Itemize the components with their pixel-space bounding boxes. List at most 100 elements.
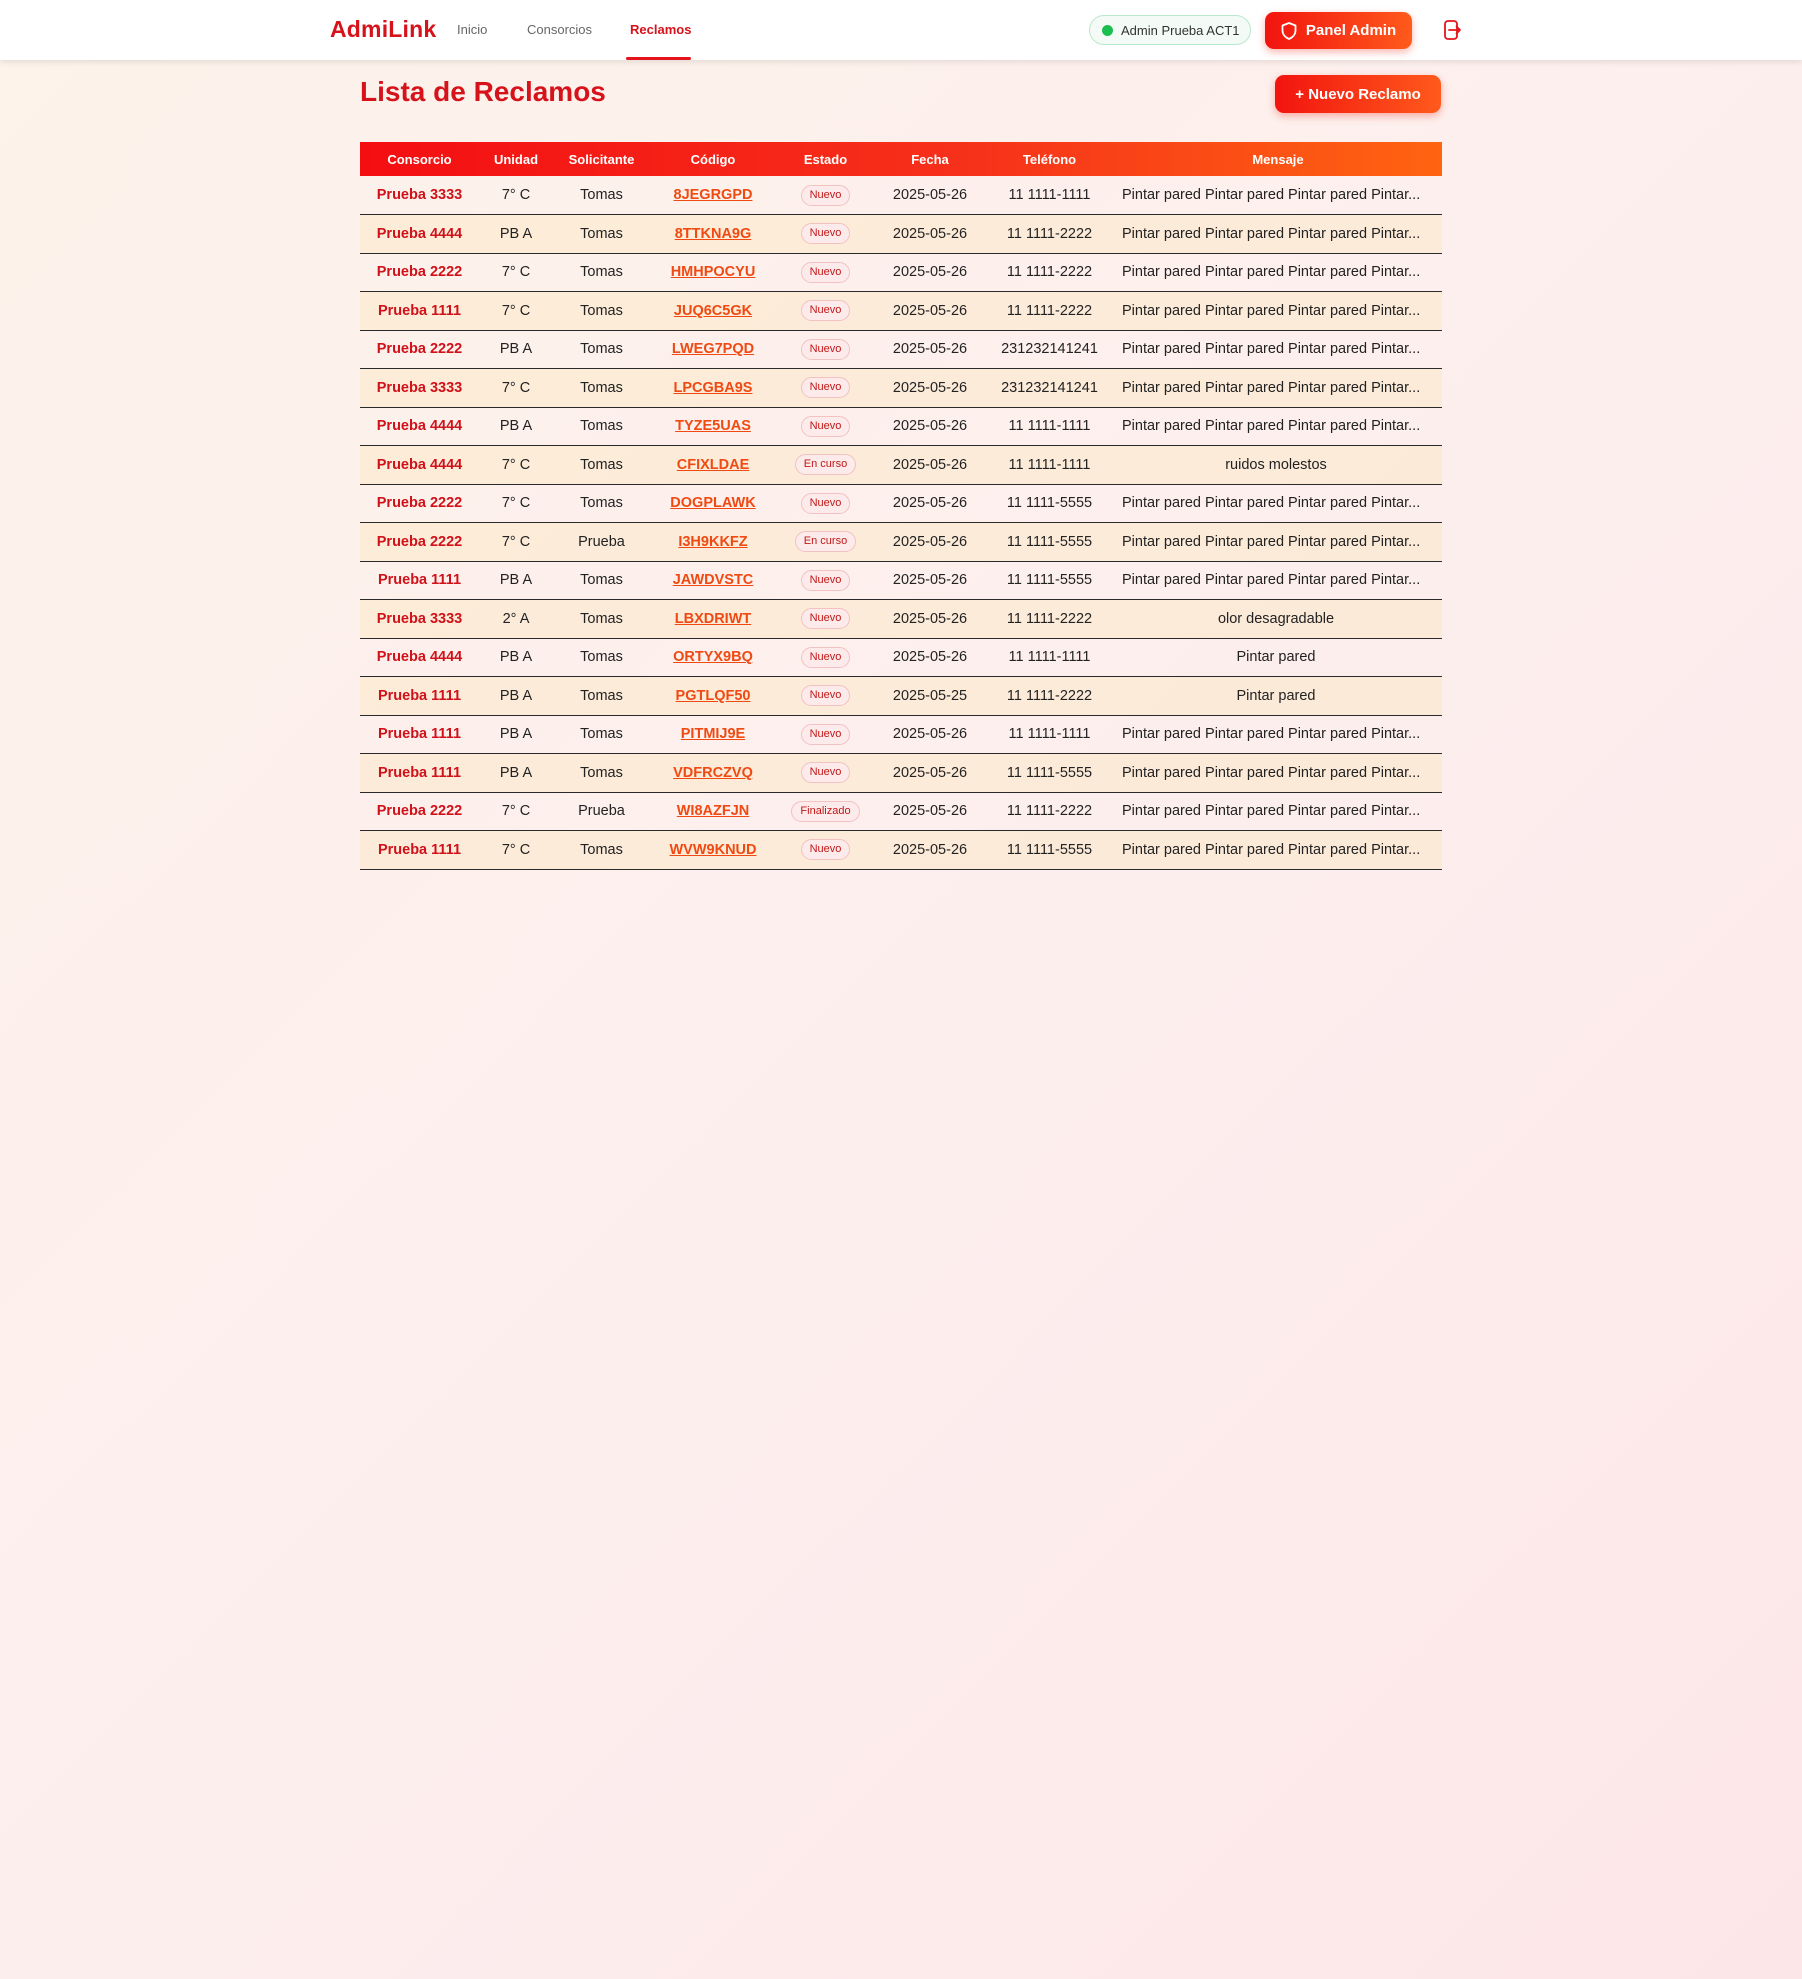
nav-link-reclamos[interactable]: Reclamos: [630, 22, 691, 37]
status-badge: Nuevo: [800, 377, 851, 399]
panel-admin-button[interactable]: Panel Admin: [1265, 12, 1412, 49]
table-row[interactable]: Prueba 3333 7° C Tomas LPCGBA9S Nuevo 2025-05…: [360, 368, 1442, 408]
table-row[interactable]: Prueba 1111 PB A Tomas JAWDVSTC Nuevo 2025-05…: [360, 561, 1442, 600]
cell-solicitante: Tomas: [580, 187, 623, 203]
table-row[interactable]: Prueba 4444 7° C Tomas CFIXLDAE En curso 2025…: [360, 445, 1442, 484]
codigo-link[interactable]: LPCGBA9S: [674, 380, 753, 396]
cell-fecha: 2025-05-26: [892, 341, 968, 358]
table-row[interactable]: Prueba 3333 7° C Tomas 8JEGRGPD Nuevo 2025-05…: [360, 176, 1442, 215]
header-fecha[interactable]: Fecha: [875, 142, 985, 176]
table-row[interactable]: Prueba 4444 PB A Tomas 8TTKNA9G Nuevo 2025-05…: [360, 214, 1442, 254]
table-row[interactable]: Prueba 1111 PB A Tomas VDFRCZVQ Nuevo 2025-05…: [360, 753, 1442, 793]
status-badge: Nuevo: [800, 184, 851, 206]
codigo-link[interactable]: ORTYX9BQ: [673, 649, 753, 665]
cell-consorcio: Prueba 4444: [376, 649, 463, 666]
cell-telefono: 11 1111-1111: [1008, 418, 1091, 435]
cell-consorcio: Prueba 1111: [377, 687, 462, 704]
header-codigo[interactable]: Código: [650, 142, 776, 176]
cell-fecha: 2025-05-26: [892, 610, 968, 627]
cell-mensaje: Pintar pared Pintar pared Pintar pared P…: [1122, 264, 1421, 281]
header-estado[interactable]: Estado: [776, 142, 875, 176]
table-row[interactable]: Prueba 2222 PB A Tomas LWEG7PQD Nuevo 2025-05…: [360, 330, 1442, 369]
table-row[interactable]: Prueba 3333 2° A Tomas LBXDRIWT Nuevo 2025-05…: [360, 599, 1442, 639]
table-row[interactable]: Prueba 1111 PB A Tomas PGTLQF50 Nuevo 2025-05…: [360, 676, 1442, 715]
table-row[interactable]: Prueba 1111 PB A Tomas PITMIJ9E Nuevo 2025-05…: [360, 715, 1442, 754]
table-row[interactable]: Prueba 2222 7° C Prueba I3H9KKFZ En curso 202…: [360, 522, 1442, 561]
header-consorcio[interactable]: Consorcio: [360, 142, 479, 176]
cell-mensaje: Pintar pared: [1236, 687, 1316, 704]
logout-icon[interactable]: [1442, 19, 1462, 41]
cell-telefono: 11 1111-2222: [1006, 225, 1093, 242]
cell-consorcio: Prueba 2222: [376, 495, 463, 512]
header-telefono[interactable]: Teléfono: [985, 142, 1114, 176]
cell-unidad: 7° C: [501, 495, 531, 512]
cell-codigo: PITMIJ9E: [650, 715, 776, 754]
codigo-link[interactable]: PITMIJ9E: [681, 726, 745, 742]
codigo-link[interactable]: HMHPOCYU: [671, 264, 756, 280]
cell-estado: Nuevo: [776, 176, 875, 215]
status-badge: Nuevo: [800, 569, 851, 591]
cell-fecha: 2025-05-26: [892, 533, 968, 550]
cell-unidad: 7° C: [501, 302, 531, 319]
codigo-link[interactable]: WI8AZFJN: [677, 803, 750, 819]
header-solicitante[interactable]: Solicitante: [553, 142, 650, 176]
cell-estado: Finalizado: [776, 792, 875, 831]
new-reclamo-button[interactable]: + Nuevo Reclamo: [1275, 75, 1441, 113]
codigo-link[interactable]: 8JEGRGPD: [674, 187, 753, 203]
codigo-link[interactable]: LBXDRIWT: [675, 611, 752, 627]
table-row[interactable]: Prueba 1111 7° C Tomas WVW9KNUD Nuevo 2025-05…: [360, 830, 1442, 869]
cell-fecha: 2025-05-26: [892, 803, 968, 820]
cell-telefono: 11 1111-2222: [1006, 803, 1093, 820]
table-row[interactable]: Prueba 2222 7° C Prueba WI8AZFJN Finalizado 2…: [360, 792, 1442, 831]
cell-mensaje: Pintar pared Pintar pared Pintar pared P…: [1122, 572, 1421, 589]
cell-codigo: VDFRCZVQ: [650, 754, 776, 793]
cell-solicitante: Tomas: [580, 726, 623, 743]
cell-codigo: 8TTKNA9G: [650, 215, 776, 254]
cell-estado: Nuevo: [776, 330, 875, 369]
cell-unidad: 7° C: [501, 379, 531, 396]
brand-logo[interactable]: AdmiLink: [330, 16, 436, 43]
status-badge: Nuevo: [800, 646, 851, 668]
cell-codigo: LPCGBA9S: [650, 369, 776, 408]
cell-fecha: 2025-05-25: [892, 687, 968, 704]
cell-estado: Nuevo: [776, 600, 875, 639]
codigo-link[interactable]: DOGPLAWK: [670, 495, 755, 511]
header-unidad[interactable]: Unidad: [479, 142, 553, 176]
cell-consorcio: Prueba 1111: [377, 726, 462, 743]
cell-telefono: 231232141241: [1001, 379, 1098, 396]
cell-telefono: 11 1111-5555: [1006, 764, 1093, 781]
cell-mensaje: Pintar pared Pintar pared Pintar pared P…: [1122, 764, 1421, 781]
cell-unidad: PB A: [499, 341, 533, 358]
codigo-link[interactable]: PGTLQF50: [676, 688, 751, 704]
codigo-link[interactable]: WVW9KNUD: [670, 842, 757, 858]
cell-telefono: 11 1111-5555: [1006, 533, 1093, 550]
reclamos-table: Consorcio Unidad Solicitante Código Esta…: [360, 142, 1442, 870]
cell-telefono: 11 1111-5555: [1006, 495, 1093, 512]
cell-estado: Nuevo: [776, 484, 875, 523]
codigo-link[interactable]: JUQ6C5GK: [674, 303, 752, 319]
table-row[interactable]: Prueba 2222 7° C Tomas DOGPLAWK Nuevo 2025-05…: [360, 484, 1442, 523]
codigo-link[interactable]: I3H9KKFZ: [678, 534, 747, 550]
nav-link-inicio[interactable]: Inicio: [457, 22, 487, 37]
header-mensaje[interactable]: Mensaje: [1114, 142, 1442, 176]
cell-telefono: 11 1111-2222: [1006, 687, 1093, 704]
codigo-link[interactable]: JAWDVSTC: [673, 572, 754, 588]
cell-telefono: 11 1111-5555: [1006, 841, 1093, 858]
cell-mensaje: Pintar pared Pintar pared Pintar pared P…: [1122, 495, 1421, 512]
cell-fecha: 2025-05-26: [892, 726, 968, 743]
cell-codigo: WI8AZFJN: [650, 792, 776, 831]
codigo-link[interactable]: CFIXLDAE: [677, 457, 750, 473]
table-row[interactable]: Prueba 4444 PB A Tomas ORTYX9BQ Nuevo 2025-05…: [360, 638, 1442, 677]
codigo-link[interactable]: VDFRCZVQ: [673, 765, 753, 781]
table-row[interactable]: Prueba 1111 7° C Tomas JUQ6C5GK Nuevo 2025-05…: [360, 291, 1442, 330]
cell-fecha: 2025-05-26: [892, 456, 968, 473]
table-row[interactable]: Prueba 2222 7° C Tomas HMHPOCYU Nuevo 2025-05…: [360, 253, 1442, 292]
top-navbar: AdmiLink Inicio Consorcios Reclamos Admi…: [0, 0, 1802, 60]
status-badge: Finalizado: [791, 800, 860, 822]
codigo-link[interactable]: 8TTKNA9G: [675, 226, 752, 242]
codigo-link[interactable]: TYZE5UAS: [675, 418, 751, 434]
codigo-link[interactable]: LWEG7PQD: [672, 341, 754, 357]
nav-link-consorcios[interactable]: Consorcios: [527, 22, 592, 37]
panel-admin-label: Panel Admin: [1305, 22, 1397, 39]
table-row[interactable]: Prueba 4444 PB A Tomas TYZE5UAS Nuevo 2025-05…: [360, 407, 1442, 446]
